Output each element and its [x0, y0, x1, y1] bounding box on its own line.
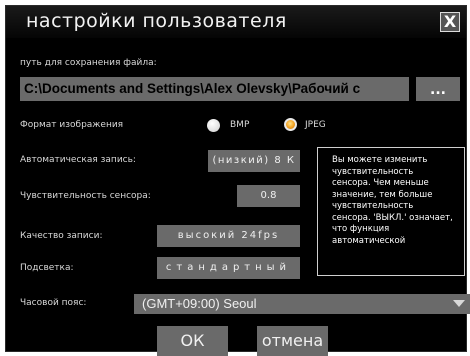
jpeg-radio[interactable] [284, 118, 297, 131]
sensor-sensitivity-value-button[interactable]: 0.8 [237, 185, 300, 207]
timezone-value: (GMT+09:00) Seoul [142, 296, 257, 311]
backlight-value-button[interactable]: стандартный [157, 257, 300, 279]
backlight-label: Подсветка: [20, 263, 74, 273]
browse-button[interactable]: ... [416, 77, 460, 101]
bmp-radio[interactable] [207, 119, 220, 132]
record-quality-label: Качество записи: [20, 231, 103, 241]
timezone-select[interactable]: (GMT+09:00) Seoul [134, 294, 470, 314]
sensor-sensitivity-label: Чувствительность сенсора: [20, 191, 151, 201]
info-box: Вы можете изменить чувствительность сенс… [317, 147, 465, 276]
save-path-field[interactable]: C:\Documents and Settings\Alex Olevsky\Р… [20, 77, 409, 101]
close-button[interactable]: X [440, 12, 460, 32]
auto-record-label: Автоматическая запись: [20, 155, 136, 165]
auto-record-value-button[interactable]: (низкий) 8 К [208, 150, 300, 172]
ok-button[interactable]: ОК [157, 326, 228, 356]
chevron-down-icon[interactable] [453, 300, 465, 307]
jpeg-label: JPEG [305, 120, 326, 130]
save-path-label: путь для сохранения файла: [20, 58, 157, 68]
timezone-label: Часовой пояс: [20, 298, 87, 308]
user-settings-dialog: настройки пользователя X путь для сохран… [5, 5, 470, 356]
bmp-label: BMP [230, 120, 250, 130]
cancel-button[interactable]: отмена [257, 326, 328, 356]
record-quality-value-button[interactable]: высокий 24fps [157, 225, 300, 247]
image-format-label: Формат изображения [20, 120, 124, 130]
title-bar: настройки пользователя X [6, 6, 466, 38]
dialog-title: настройки пользователя [26, 10, 287, 32]
